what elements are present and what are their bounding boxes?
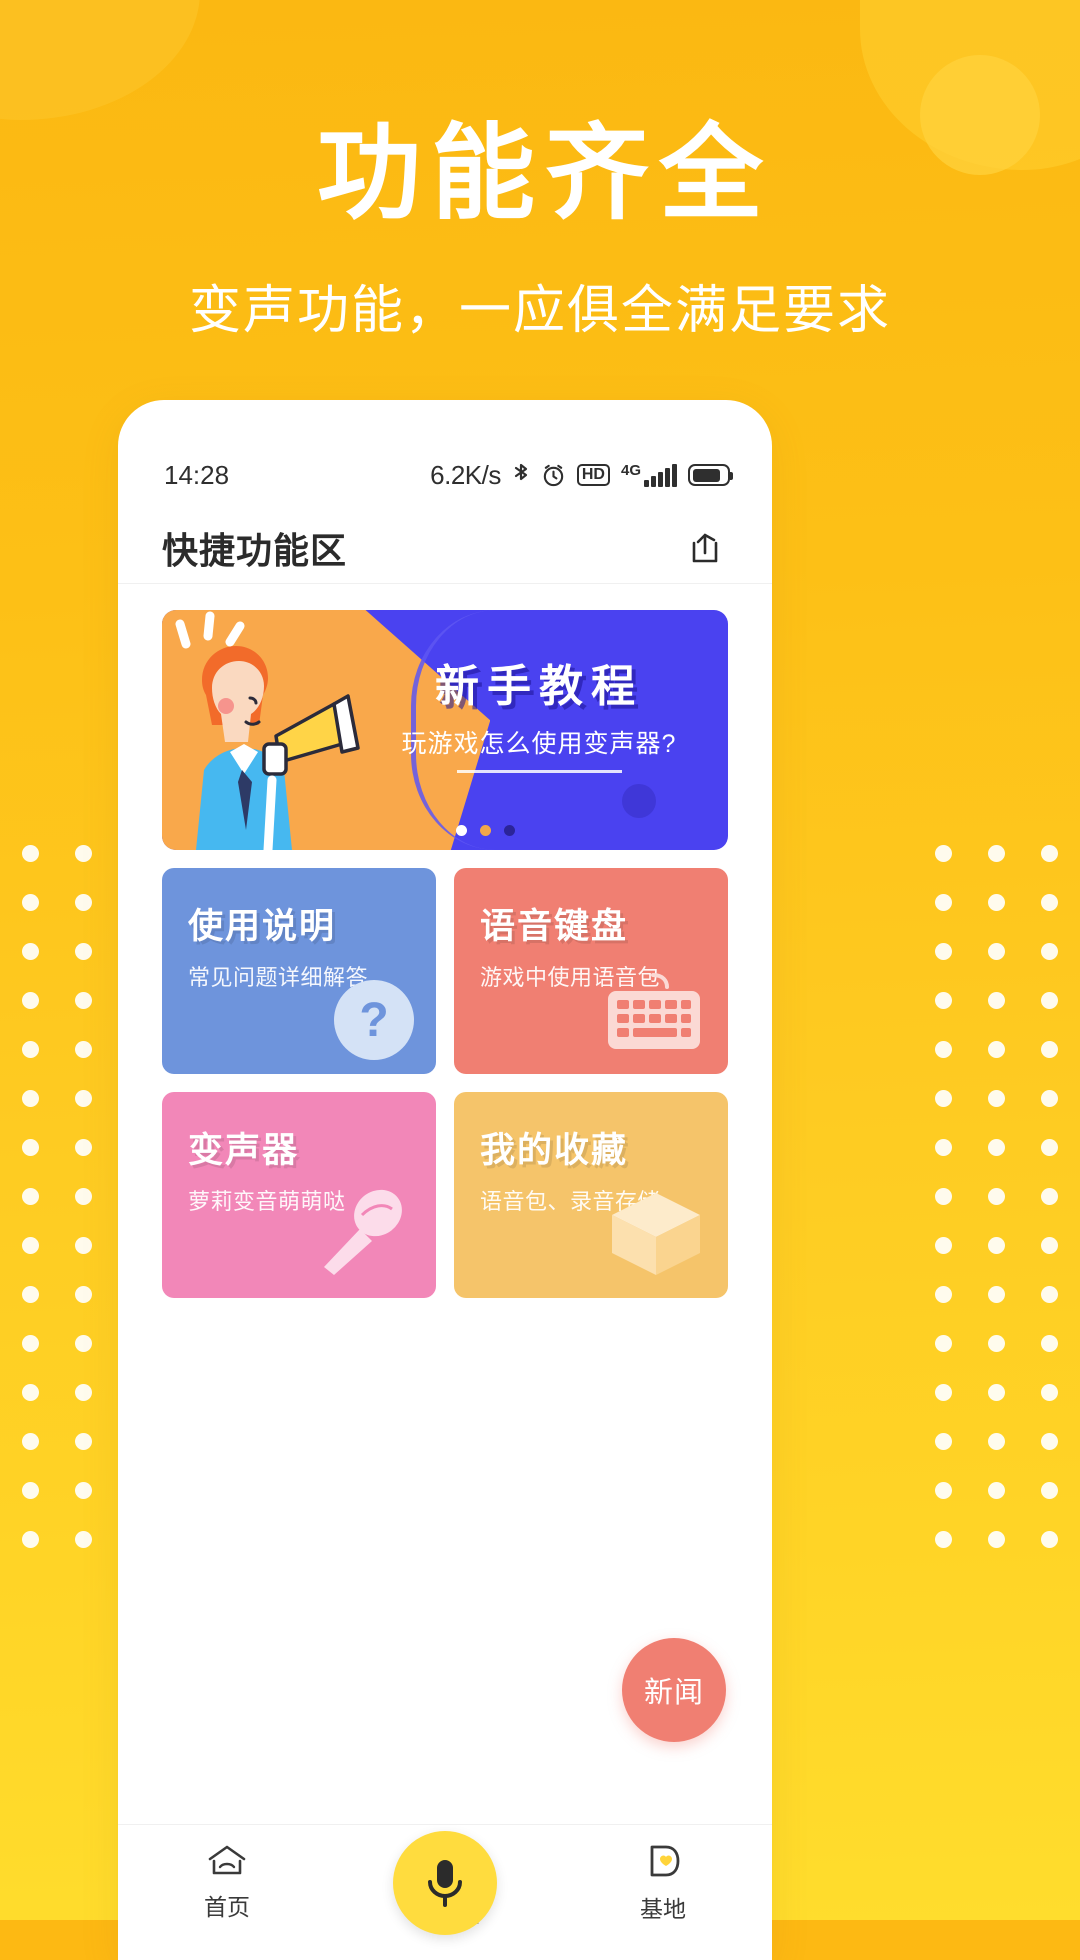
banner-decor-circle [622, 784, 656, 818]
status-bar-time: 14:28 [164, 459, 230, 490]
card-title: 变声器 [188, 1131, 300, 1170]
card-voice-keyboard[interactable]: 语音键盘 游戏中使用语音包 [454, 868, 728, 1074]
phone-mockup: 14:28 6.2K/s HD 4G 快捷功能区 新手教程 玩游戏怎么使用变声器… [118, 400, 772, 1960]
promo-subheadline: 变声功能，一应俱全满足要求 [188, 282, 891, 340]
feature-card-grid: 使用说明 常见问题详细解答 ? 语音键盘 游戏中使用语音包 变声器 萝莉变音萌萌… [162, 868, 728, 1298]
page-title: 快捷功能区 [162, 529, 348, 571]
tab-base[interactable]: 基地 [554, 1843, 772, 1924]
card-voice-changer[interactable]: 变声器 萝莉变音萌萌哒 [162, 1092, 436, 1298]
tab-home[interactable]: 首页 [118, 1843, 336, 1922]
status-bar-network-speed: 6.2K/s [430, 459, 501, 490]
battery-icon [688, 464, 733, 486]
tutorial-banner[interactable]: 新手教程 玩游戏怎么使用变声器? [162, 610, 728, 850]
card-title: 语音键盘 [480, 907, 629, 946]
question-mark-icon: ? [334, 980, 414, 1060]
content-area: 新手教程 玩游戏怎么使用变声器? 使用说明 常见问题详细解答 ? 语音键盘 游戏… [118, 584, 772, 1298]
tab-label: 首页 [204, 1894, 250, 1920]
tab-label: 基地 [640, 1896, 686, 1922]
card-my-favorites[interactable]: 我的收藏 语音包、录音存储 [454, 1092, 728, 1298]
microphone-icon[interactable] [393, 1831, 497, 1935]
bluetooth-icon [512, 462, 530, 488]
microphone-icon [310, 1185, 414, 1284]
card-title: 我的收藏 [480, 1131, 629, 1170]
bottom-tab-bar: 首页 语音区 基地 [118, 1824, 772, 1960]
network-type-label: 4G [620, 462, 641, 479]
banner-text-group: 新手教程 玩游戏怎么使用变声器? [374, 650, 704, 773]
hd-icon: HD [576, 464, 610, 486]
keyboard-icon [600, 969, 706, 1060]
home-icon [206, 1843, 248, 1879]
banner-page-indicator[interactable] [456, 825, 516, 836]
banner-title: 新手教程 [435, 662, 643, 711]
base-heart-icon [643, 1843, 683, 1881]
banner-underline [456, 770, 622, 773]
share-icon[interactable] [682, 525, 728, 571]
status-bar: 14:28 6.2K/s HD 4G [118, 438, 772, 512]
tab-voice-zone[interactable]: 语音区 [336, 1831, 554, 1935]
promo-headline: 功能齐全 [316, 116, 773, 232]
signal-strength-icon: 4G [621, 463, 677, 487]
news-floating-button[interactable]: 新闻 [622, 1638, 726, 1742]
box-icon [606, 1187, 706, 1284]
alarm-clock-icon [541, 463, 566, 488]
card-title: 使用说明 [188, 907, 337, 946]
decorative-dots-right [935, 845, 1058, 1548]
card-usage-instructions[interactable]: 使用说明 常见问题详细解答 ? [162, 868, 436, 1074]
app-bar: 快捷功能区 [118, 512, 772, 584]
banner-subtitle: 玩游戏怎么使用变声器? [401, 730, 677, 758]
